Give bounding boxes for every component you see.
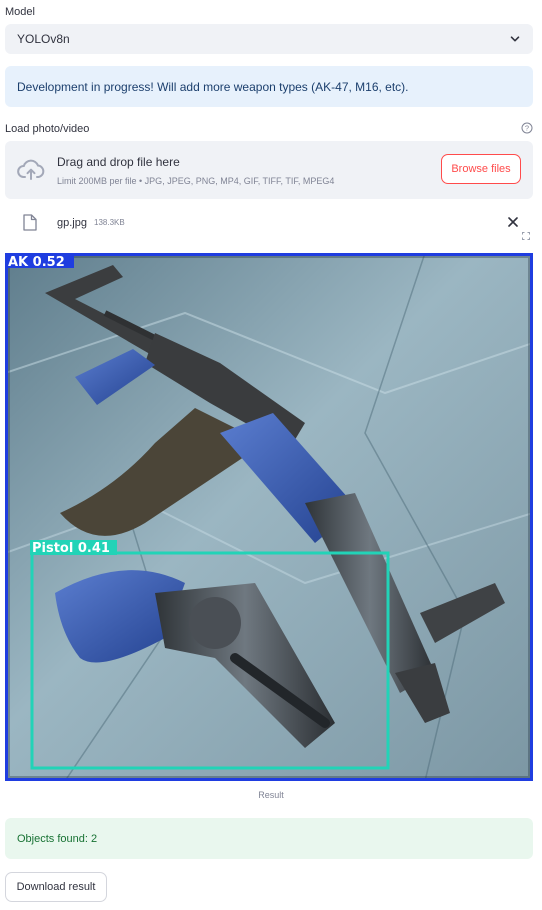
svg-text:?: ? bbox=[525, 124, 529, 133]
fullscreen-button[interactable] bbox=[518, 228, 534, 244]
info-alert: Development in progress! Will add more w… bbox=[5, 66, 533, 107]
result-image: AK 0.52 Pistol 0.41 bbox=[5, 253, 533, 781]
uploaded-file-row: gp.jpg 138.3KB bbox=[5, 209, 533, 239]
browse-files-button[interactable]: Browse files bbox=[441, 154, 521, 184]
model-selected-value: YOLOv8n bbox=[17, 32, 70, 46]
question-circle-icon[interactable]: ? bbox=[521, 122, 533, 134]
result-caption: Result bbox=[258, 790, 284, 800]
objects-found-text: Objects found: 2 bbox=[17, 832, 98, 845]
dropzone-subtitle: Limit 200MB per file • JPG, JPEG, PNG, M… bbox=[57, 176, 335, 186]
info-alert-text: Development in progress! Will add more w… bbox=[17, 79, 409, 94]
cloud-upload-icon bbox=[17, 159, 45, 180]
pistol-detection-label: Pistol 0.41 bbox=[32, 541, 110, 556]
close-icon[interactable] bbox=[507, 216, 519, 228]
file-icon bbox=[23, 214, 37, 231]
download-result-button[interactable]: Download result bbox=[5, 872, 107, 902]
file-dropzone[interactable]: Drag and drop file here Limit 200MB per … bbox=[5, 141, 533, 199]
fullscreen-icon bbox=[522, 232, 530, 240]
dropzone-title: Drag and drop file here bbox=[57, 155, 180, 169]
model-select[interactable]: YOLOv8n bbox=[5, 24, 533, 54]
uploader-label: Load photo/video bbox=[5, 123, 90, 135]
success-alert: Objects found: 2 bbox=[5, 818, 533, 859]
file-size: 138.3KB bbox=[94, 218, 125, 227]
ak-detection-label: AK 0.52 bbox=[8, 255, 65, 270]
chevron-down-icon bbox=[510, 36, 520, 42]
file-name: gp.jpg bbox=[57, 217, 87, 229]
model-label: Model bbox=[5, 6, 35, 18]
